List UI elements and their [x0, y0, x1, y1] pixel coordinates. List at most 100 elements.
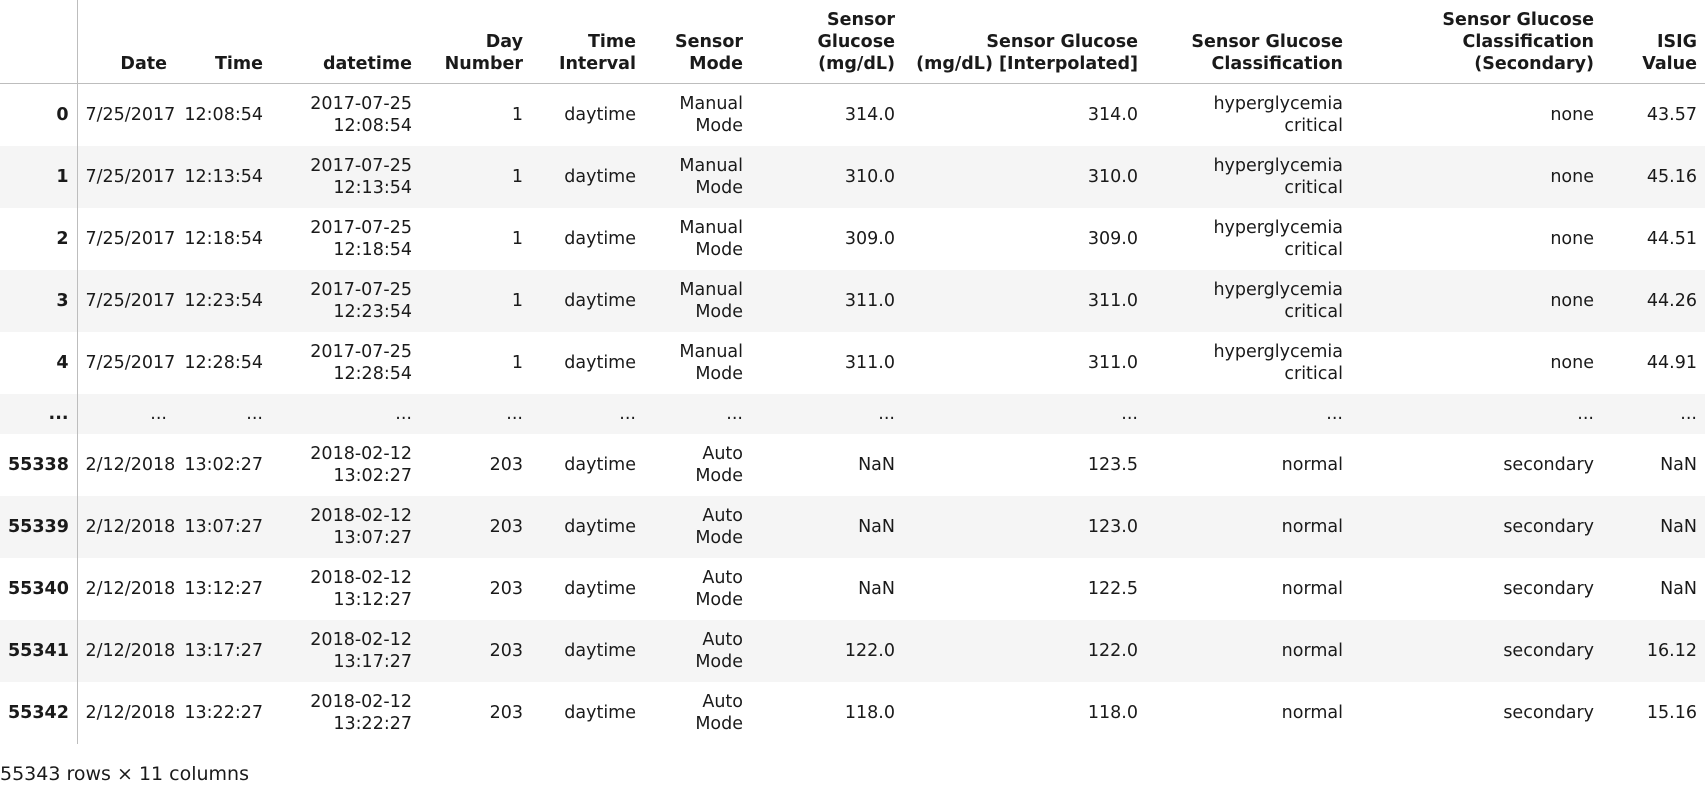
table-cell: 203 — [489, 640, 523, 661]
table-cell: 1 — [511, 290, 523, 311]
table-cell: 122.0 — [1087, 640, 1138, 661]
table-cell: 118.0 — [844, 702, 895, 723]
row-index: 1 — [0, 145, 78, 208]
row-index: 55340 — [0, 557, 78, 620]
column-header: Date — [77, 0, 175, 84]
table-cell: none — [1550, 352, 1594, 373]
row-index: ... — [0, 393, 78, 434]
row-index: 0 — [0, 83, 78, 146]
table-cell: ... — [150, 403, 167, 424]
row-index: 55338 — [0, 433, 78, 496]
table-cell: secondary — [1503, 454, 1594, 475]
table-cell: 2017-07-25 12:08:54 — [310, 93, 412, 136]
table-cell: 13:02:27 — [184, 454, 263, 475]
table-cell: 203 — [489, 702, 523, 723]
table-cell: 2018-02-12 13:17:27 — [310, 629, 412, 672]
table-cell: 118.0 — [1087, 702, 1138, 723]
table-cell: 43.57 — [1646, 104, 1697, 125]
table-cell: daytime — [564, 104, 636, 125]
table-cell: daytime — [564, 640, 636, 661]
table-cell: 12:28:54 — [184, 352, 263, 373]
table-cell: 1 — [511, 352, 523, 373]
table-cell: hyperglycemia critical — [1213, 217, 1343, 260]
table-cell: daytime — [564, 702, 636, 723]
table-cell: 44.51 — [1646, 228, 1697, 249]
table-cell: Auto Mode — [695, 505, 743, 548]
row-index: 3 — [0, 269, 78, 332]
table-cell: daytime — [564, 352, 636, 373]
table-cell: normal — [1281, 516, 1343, 537]
table-cell: secondary — [1503, 702, 1594, 723]
table-cell: daytime — [564, 228, 636, 249]
table-cell: 309.0 — [1087, 228, 1138, 249]
row-index: 55342 — [0, 681, 78, 744]
table-cell: Auto Mode — [695, 567, 743, 610]
table-cell: 311.0 — [1087, 352, 1138, 373]
table-cell: 2018-02-12 13:07:27 — [310, 505, 412, 548]
table-cell: Auto Mode — [695, 443, 743, 486]
table-cell: Manual Mode — [679, 217, 743, 260]
table-cell: 12:18:54 — [184, 228, 263, 249]
dataframe-output: Date Time datetime Day Number Time Inter… — [0, 0, 1705, 786]
table-cell: 310.0 — [844, 166, 895, 187]
table-cell: 44.91 — [1646, 352, 1697, 373]
table-cell: normal — [1281, 454, 1343, 475]
dataframe-table: Date Time datetime Day Number Time Inter… — [0, 0, 1705, 744]
table-cell: 15.16 — [1646, 702, 1697, 723]
table-cell: normal — [1281, 702, 1343, 723]
table-cell: 2/12/2018 — [85, 640, 176, 661]
table-cell: 1 — [511, 166, 523, 187]
table-cell: ... — [1326, 403, 1343, 424]
table-cell: 7/25/2017 — [85, 166, 176, 187]
table-cell: secondary — [1503, 640, 1594, 661]
column-header: datetime — [271, 0, 420, 84]
row-index: 4 — [0, 331, 78, 394]
table-cell: 2/12/2018 — [85, 578, 176, 599]
table-cell: daytime — [564, 454, 636, 475]
table-cell: 2017-07-25 12:28:54 — [310, 341, 412, 384]
header-row: Date Time datetime Day Number Time Inter… — [0, 0, 1705, 84]
row-index: 55339 — [0, 495, 78, 558]
table-cell: ... — [1121, 403, 1138, 424]
table-row: 55341 2/12/2018 13:17:27 2018-02-12 13:17:2… — [0, 619, 1705, 682]
table-row: 4 7/25/2017 12:28:54 2017-07-25 12:28:54 1 da… — [0, 331, 1705, 394]
table-cell: 2018-02-12 13:22:27 — [310, 691, 412, 734]
table-cell: none — [1550, 104, 1594, 125]
table-row: 0 7/25/2017 12:08:54 2017-07-25 12:08:54 1 da… — [0, 83, 1705, 146]
table-cell: Manual Mode — [679, 155, 743, 198]
table-cell: 12:08:54 — [184, 104, 263, 125]
table-cell: 2/12/2018 — [85, 516, 176, 537]
column-header: ISIG Value — [1602, 0, 1705, 84]
table-cell: hyperglycemia critical — [1213, 93, 1343, 136]
table-cell: NaN — [1660, 454, 1697, 475]
table-cell: hyperglycemia critical — [1213, 279, 1343, 322]
table-row: 55338 2/12/2018 13:02:27 2018-02-12 13:02:2… — [0, 433, 1705, 496]
table-cell: 203 — [489, 516, 523, 537]
table-cell: 1 — [511, 228, 523, 249]
column-header: Time — [175, 0, 271, 84]
table-cell: 309.0 — [844, 228, 895, 249]
table-cell: 2/12/2018 — [85, 454, 176, 475]
table-row: 55340 2/12/2018 13:12:27 2018-02-12 13:12:2… — [0, 557, 1705, 620]
table-cell: NaN — [1660, 578, 1697, 599]
table-cell: 2017-07-25 12:23:54 — [310, 279, 412, 322]
table-cell: Auto Mode — [695, 629, 743, 672]
table-cell: 314.0 — [1087, 104, 1138, 125]
table-cell: 2017-07-25 12:13:54 — [310, 155, 412, 198]
table-cell: none — [1550, 290, 1594, 311]
column-header: Sensor Mode — [644, 0, 751, 84]
table-cell: ... — [1680, 403, 1697, 424]
table-cell: secondary — [1503, 578, 1594, 599]
column-header: Sensor Glucose Classification — [1146, 0, 1351, 84]
table-cell: NaN — [858, 578, 895, 599]
table-row: 55339 2/12/2018 13:07:27 2018-02-12 13:07:2… — [0, 495, 1705, 558]
table-cell: normal — [1281, 578, 1343, 599]
table-row: 3 7/25/2017 12:23:54 2017-07-25 12:23:54 1 da… — [0, 269, 1705, 332]
column-header: Sensor Glucose Classification (Secondary… — [1351, 0, 1602, 84]
table-cell: 122.5 — [1087, 578, 1138, 599]
table-cell: 311.0 — [844, 352, 895, 373]
column-header: Sensor Glucose (mg/dL) — [751, 0, 903, 84]
table-row: 2 7/25/2017 12:18:54 2017-07-25 12:18:54 1 da… — [0, 207, 1705, 270]
table-cell: 1 — [511, 104, 523, 125]
table-header: Date Time datetime Day Number Time Inter… — [0, 0, 1705, 84]
